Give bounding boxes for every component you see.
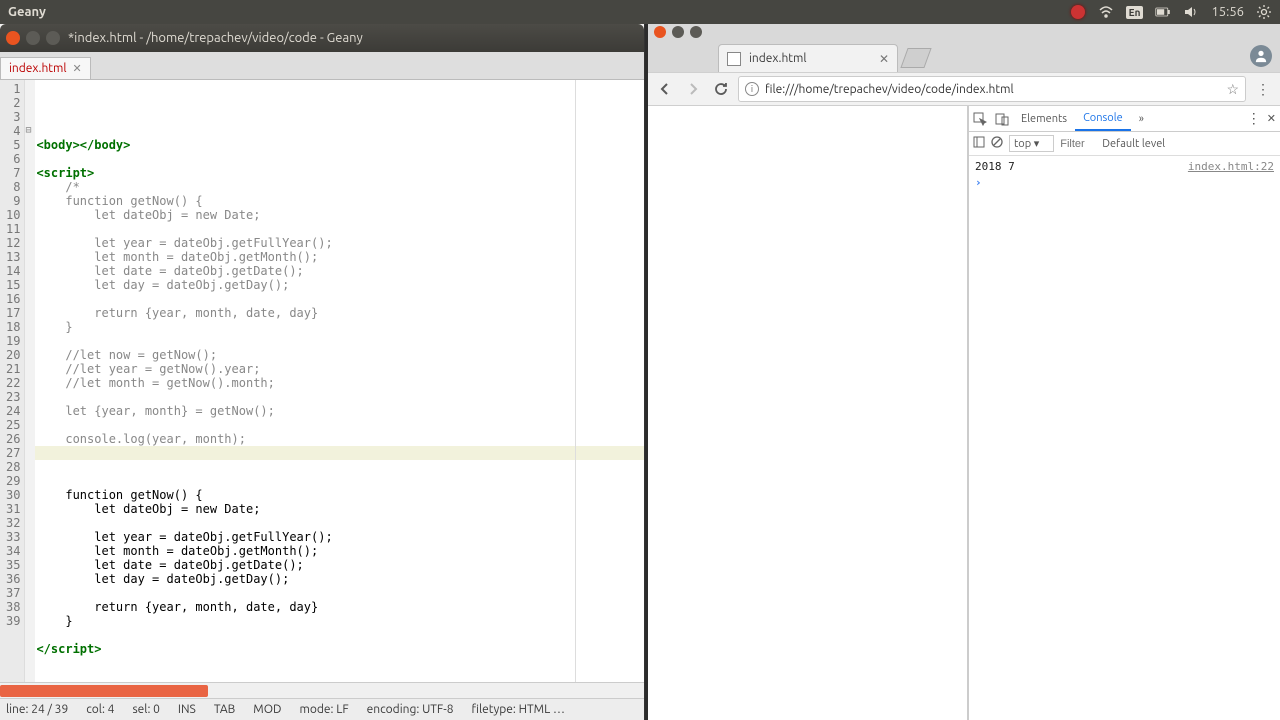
status-mode: mode: LF (300, 703, 349, 716)
fold-column[interactable]: ⊟ (25, 80, 35, 682)
chrome-window: index.html ✕ i file:///home/trepachev/vi… (648, 24, 1280, 720)
horizontal-scrollbar[interactable] (0, 682, 644, 698)
window-minimize-button[interactable] (26, 31, 40, 45)
editor-area[interactable]: 1 2 3 4 5 6 7 8 9 10 11 12 13 14 15 16 1… (0, 80, 644, 682)
devtools-tabs: Elements Console » ⋮ ✕ (969, 106, 1280, 132)
file-tab-label: index.html (9, 62, 67, 75)
battery-icon[interactable] (1155, 4, 1171, 20)
geany-tabbar: index.html ✕ (0, 52, 644, 80)
geany-window: *index.html - /home/trepachev/video/code… (0, 24, 645, 720)
chrome-toolbar: i file:///home/trepachev/video/code/inde… (648, 72, 1280, 106)
right-margin-guide (575, 80, 576, 682)
chrome-titlebar[interactable] (648, 24, 1280, 40)
forward-button[interactable] (682, 78, 704, 100)
geany-titlebar[interactable]: *index.html - /home/trepachev/video/code… (0, 24, 644, 52)
site-info-icon[interactable]: i (745, 82, 759, 96)
console-output[interactable]: 2018 7 index.html:22 › (969, 156, 1280, 720)
page-viewport[interactable] (648, 106, 968, 720)
status-line: line: 24 / 39 (6, 703, 68, 716)
devtools-close-icon[interactable]: ✕ (1267, 112, 1276, 125)
file-tab[interactable]: index.html ✕ (0, 57, 91, 79)
console-log-row: 2018 7 index.html:22 (975, 160, 1274, 176)
tab-elements[interactable]: Elements (1013, 106, 1075, 131)
file-favicon-icon (727, 52, 741, 66)
window-close-button[interactable] (6, 31, 20, 45)
chrome-minimize-button[interactable] (672, 26, 684, 38)
tab-title: index.html (749, 52, 807, 65)
tab-console[interactable]: Console (1075, 106, 1131, 131)
active-app-title: Geany (8, 5, 46, 19)
status-filetype: filetype: HTML … (472, 703, 565, 716)
window-maximize-button[interactable] (46, 31, 60, 45)
statusbar: line: 24 / 39 col: 4 sel: 0 INS TAB MOD … (0, 698, 644, 720)
status-sel: sel: 0 (132, 703, 159, 716)
console-filter-input[interactable] (1060, 138, 1096, 150)
bookmark-star-icon[interactable]: ☆ (1226, 81, 1239, 98)
system-tray: En 15:56 (1070, 4, 1272, 20)
console-sidebar-toggle-icon[interactable] (973, 136, 985, 151)
chrome-menu-button[interactable]: ⋮ (1252, 78, 1274, 100)
profile-avatar-button[interactable] (1250, 45, 1272, 67)
status-encoding: encoding: UTF-8 (367, 703, 454, 716)
browser-tab[interactable]: index.html ✕ (718, 44, 898, 72)
console-toolbar: top ▾ Default level (969, 132, 1280, 156)
console-log-message: 2018 7 (975, 160, 1015, 176)
line-number-gutter: 1 2 3 4 5 6 7 8 9 10 11 12 13 14 15 16 1… (0, 80, 25, 682)
log-levels-selector[interactable]: Default level (1102, 138, 1165, 150)
tab-close-icon[interactable]: ✕ (73, 62, 82, 75)
scrollbar-thumb[interactable] (0, 685, 208, 697)
wifi-icon[interactable] (1098, 4, 1114, 20)
volume-icon[interactable] (1183, 4, 1199, 20)
clear-console-icon[interactable] (991, 136, 1003, 151)
inspect-element-icon[interactable] (969, 112, 991, 126)
chrome-maximize-button[interactable] (690, 26, 702, 38)
execution-context-selector[interactable]: top ▾ (1009, 135, 1054, 152)
record-icon[interactable] (1070, 4, 1086, 20)
back-button[interactable] (654, 78, 676, 100)
tab-close-icon[interactable]: ✕ (879, 52, 889, 66)
system-menubar: Geany En 15:56 (0, 0, 1280, 24)
chrome-tabstrip: index.html ✕ (648, 40, 1280, 72)
url-text: file:///home/trepachev/video/code/index.… (765, 83, 1014, 96)
chrome-close-button[interactable] (654, 26, 666, 38)
reload-button[interactable] (710, 78, 732, 100)
new-tab-button[interactable] (900, 48, 931, 68)
console-source-link[interactable]: index.html:22 (1188, 160, 1274, 176)
code-content[interactable]: <body></body> <script> /* function getNo… (35, 80, 644, 682)
keyboard-layout-indicator[interactable]: En (1126, 6, 1144, 19)
settings-gear-icon[interactable] (1256, 4, 1272, 20)
device-toolbar-icon[interactable] (991, 112, 1013, 126)
devtools-panel: Elements Console » ⋮ ✕ top ▾ Default lev… (968, 106, 1280, 720)
tab-more[interactable]: » (1131, 106, 1152, 131)
status-ins: INS (178, 703, 196, 716)
devtools-menu-icon[interactable]: ⋮ (1247, 110, 1261, 127)
status-col: col: 4 (86, 703, 114, 716)
status-tab: TAB (214, 703, 235, 716)
chevron-right-icon: › (975, 176, 982, 192)
address-bar[interactable]: i file:///home/trepachev/video/code/inde… (738, 76, 1246, 102)
clock[interactable]: 15:56 (1211, 5, 1244, 19)
console-prompt-row[interactable]: › (975, 176, 1274, 192)
window-title: *index.html - /home/trepachev/video/code… (68, 31, 363, 45)
status-mod: MOD (253, 703, 281, 716)
